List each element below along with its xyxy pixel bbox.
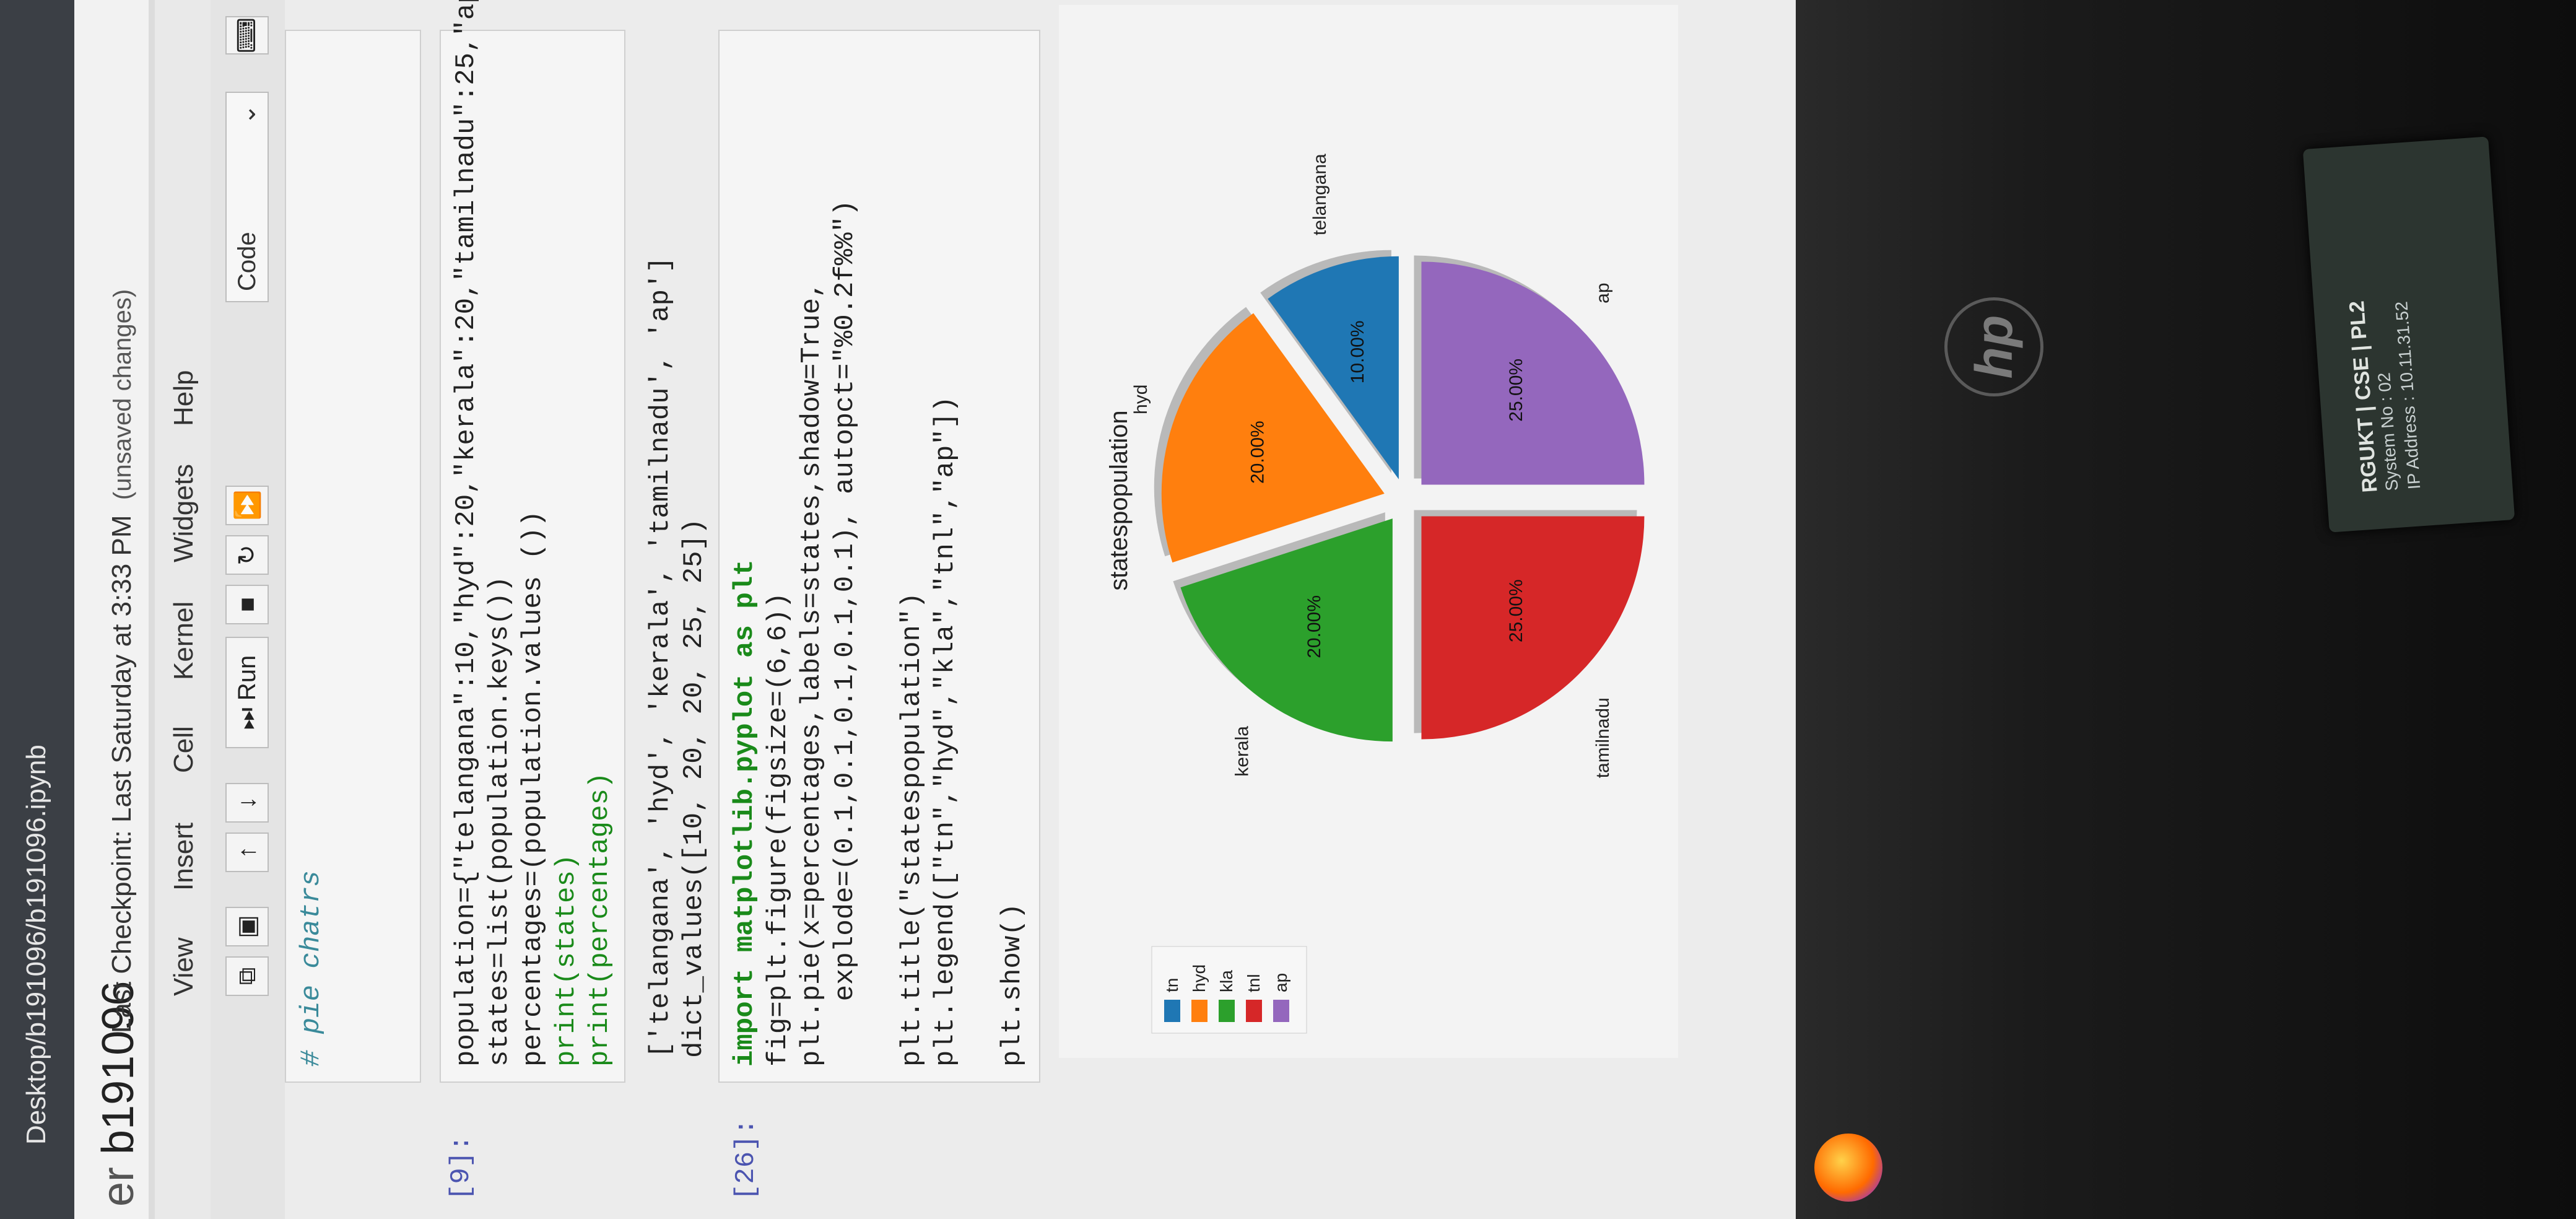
chevron-down-icon: ⌄ [233, 104, 261, 125]
fast-forward-icon[interactable]: ⏩ [225, 486, 269, 525]
pie-category-label: tamilnadu [1593, 697, 1613, 778]
pie-category-label: hyd [1131, 385, 1151, 414]
menu-view[interactable]: View [168, 937, 199, 996]
legend-label: ap [1271, 973, 1290, 992]
code-line: plt.show() [997, 902, 1028, 1067]
code-line: states=list(population.keys()) [484, 575, 515, 1067]
pie-category-label: kerala [1232, 726, 1252, 777]
pie-chart: statespopulation 10.00% telangana 20.00% hyd… [1105, 154, 1645, 1034]
file-path: Desktop/b191096/b191096.ipynb [21, 745, 51, 1145]
pie-category-label: telangana [1310, 154, 1330, 235]
stop-icon[interactable]: ■ [225, 585, 269, 624]
menu-help[interactable]: Help [168, 370, 199, 427]
cell-type-select[interactable]: Code ⌄ [225, 92, 269, 302]
legend-swatch [1191, 1000, 1208, 1022]
code-cell-9[interactable]: population={"telangana":10,"hyd":20,"ker… [440, 0, 625, 1083]
cell-26-prompt: [26]: [731, 1118, 762, 1200]
menu-insert[interactable]: Insert [168, 823, 199, 891]
output-line: ['telangana', 'hyd', 'kerala', 'tamilnad… [645, 256, 676, 1058]
code-line: plt.legend(["tn","hyd","kla","tnl","ap"]… [930, 396, 961, 1067]
paste-icon[interactable]: ▣ [225, 907, 269, 946]
copy-icon[interactable]: ⧉ [225, 956, 269, 996]
hp-logo: hp [1944, 297, 2043, 396]
menu-bar: View Insert Cell Kernel Widgets Help [155, 0, 211, 1219]
run-button[interactable]: ⏭ Run [225, 637, 269, 748]
comment-text: # pie chatrs [296, 870, 327, 1067]
code-line: print(percentages) [585, 772, 616, 1067]
pie-pct-label: 25.00% [1506, 579, 1526, 642]
code-line: population={"telangana":10,"hyd":20,"ker… [451, 0, 482, 1067]
move-up-icon[interactable]: ↑ [225, 832, 269, 872]
code-line: import matplotlib.pyplot as plt [729, 559, 760, 1067]
comment-cell[interactable]: # pie chatrs [285, 30, 421, 1083]
output-line: dict_values([10, 20, 20, 25, 25]) [679, 518, 710, 1058]
legend-label: kla [1217, 970, 1236, 992]
firefox-icon[interactable] [1814, 1134, 1882, 1202]
code-line: plt.pie(x=percentages,labels=states,shad… [796, 281, 827, 1067]
photo-stage: hp RGUKT | CSE | PL2 System No : 02 IP A… [0, 0, 2576, 1219]
code-cell-9-source: population={"telangana":10,"hyd":20,"ker… [441, 0, 625, 1081]
code-line: print(states) [551, 854, 582, 1067]
code-line: plt.title("statespopulation") [897, 592, 928, 1067]
legend-swatch [1164, 1000, 1180, 1022]
chart-title: statespopulation [1105, 410, 1133, 590]
legend-label: tnl [1244, 974, 1263, 992]
pie-category-label: ap [1593, 282, 1613, 303]
code-line: fig=plt.figure(figsize=(6,6)) [763, 592, 794, 1067]
checkpoint-status: Last Checkpoint: Last Saturday at 3:33 P… [107, 289, 137, 1033]
pie-pct-label: 25.00% [1506, 359, 1526, 422]
plot-output: statespopulation 10.00% telangana 20.00% hyd… [1059, 5, 1678, 1058]
legend-swatch [1246, 1000, 1262, 1022]
browser-bar: Desktop/b191096/b191096.ipynb [0, 0, 74, 1219]
legend-label: tn [1162, 978, 1181, 992]
legend-label: hyd [1190, 964, 1209, 992]
legend-swatch [1219, 1000, 1235, 1022]
code-cell-26[interactable]: import matplotlib.pyplot as plt fig=plt.… [718, 30, 1040, 1083]
jupyter-screen: Desktop/b191096/b191096.ipynb er b191096… [0, 0, 1796, 1219]
pie-pct-label: 20.00% [1247, 421, 1268, 484]
cell-9-prompt: [9]: [446, 1135, 477, 1200]
restart-icon[interactable]: ↻ [225, 535, 269, 575]
system-sticker: RGUKT | CSE | PL2 System No : 02 IP Addr… [2302, 136, 2515, 533]
menu-kernel[interactable]: Kernel [168, 601, 199, 680]
keyboard-icon[interactable]: ⌨ [225, 16, 269, 55]
step-icon: ⏭ [233, 701, 261, 730]
legend-swatch [1273, 1000, 1289, 1022]
menu-cell[interactable]: Cell [168, 726, 199, 773]
notebook-content: # pie chatrs [9]: population={"telangana… [285, 0, 1796, 1219]
pie-pct-label: 20.00% [1304, 595, 1325, 658]
move-down-icon[interactable]: ↓ [225, 783, 269, 823]
cell-9-output: ['telangana', 'hyd', 'kerala', 'tamilnad… [644, 256, 711, 1058]
code-line: percentages=(population.values ()) [518, 510, 549, 1067]
code-line: explode=(0.1,0.1,0.1,0.1,0.1), autopct="… [830, 199, 861, 1067]
pie-pct-label: 10.00% [1347, 320, 1368, 383]
menu-widgets[interactable]: Widgets [168, 464, 199, 562]
code-cell-26-source: import matplotlib.pyplot as plt fig=plt.… [720, 31, 1038, 1081]
toolbar: ⧉ ▣ ↑ ↓ ⏭ Run ■ ↻ ⏩ Code ⌄ ⌨ [211, 0, 285, 1219]
